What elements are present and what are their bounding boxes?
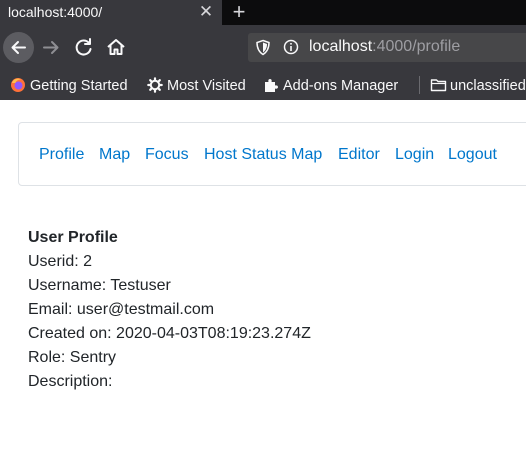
navigation-toolbar: localhost:4000/profile	[0, 25, 526, 70]
profile-heading: User Profile	[28, 229, 118, 246]
url-text[interactable]: localhost:4000/profile	[309, 38, 460, 56]
profile-email: Email: user@testmail.com	[28, 301, 215, 318]
forward-icon[interactable]	[40, 32, 64, 63]
site-navbar: Profile Map Focus Host Status Map Editor…	[18, 122, 526, 186]
back-icon[interactable]	[3, 32, 34, 63]
new-tab-icon[interactable]: +	[229, 0, 249, 24]
bookmark-label: unclassified	[450, 78, 526, 94]
bookmark-label: Getting Started	[30, 78, 128, 94]
puzzle-icon	[263, 77, 279, 93]
folder-icon	[430, 77, 447, 93]
address-bar[interactable]: localhost:4000/profile	[248, 33, 526, 62]
bookmarks-separator	[419, 76, 420, 94]
url-path: :4000/profile	[372, 38, 461, 55]
firefox-icon	[10, 77, 26, 93]
tracking-shield-icon[interactable]	[255, 39, 271, 56]
bookmark-folder-unclassified[interactable]: unclassified	[430, 77, 526, 94]
bookmarks-toolbar: Getting Started Most Visited Add-ons Man…	[0, 70, 526, 100]
tab-strip: localhost:4000/ ✕ +	[0, 0, 526, 25]
site-info-icon[interactable]	[283, 39, 299, 55]
bookmark-label: Most Visited	[167, 78, 246, 94]
bookmark-addons-manager[interactable]: Add-ons Manager	[263, 77, 398, 94]
profile-userid: Userid: 2	[28, 253, 93, 270]
nav-link-editor[interactable]: Editor	[338, 146, 380, 164]
user-profile-section: User Profile Userid: 2 Username: Testuse…	[28, 226, 311, 394]
profile-description: Description:	[28, 373, 113, 390]
profile-username: Username: Testuser	[28, 277, 171, 294]
gear-icon	[147, 77, 163, 93]
bookmark-getting-started[interactable]: Getting Started	[10, 77, 128, 94]
profile-created: Created on: 2020-04-03T08:19:23.274Z	[28, 325, 311, 342]
nav-link-focus[interactable]: Focus	[145, 146, 189, 164]
home-icon[interactable]	[104, 32, 128, 63]
tab-title: localhost:4000/	[8, 4, 103, 20]
close-tab-icon[interactable]: ✕	[197, 3, 215, 21]
url-host: localhost	[309, 38, 373, 55]
profile-role: Role: Sentry	[28, 349, 117, 366]
nav-link-host-status-map[interactable]: Host Status Map	[204, 146, 322, 164]
bookmark-most-visited[interactable]: Most Visited	[147, 77, 246, 94]
nav-link-logout[interactable]: Logout	[448, 146, 497, 164]
nav-link-profile[interactable]: Profile	[39, 146, 84, 164]
nav-link-login[interactable]: Login	[395, 146, 434, 164]
bookmark-label: Add-ons Manager	[283, 78, 399, 94]
reload-icon[interactable]	[72, 32, 96, 63]
nav-link-map[interactable]: Map	[99, 146, 130, 164]
active-tab[interactable]: localhost:4000/ ✕	[0, 0, 222, 25]
